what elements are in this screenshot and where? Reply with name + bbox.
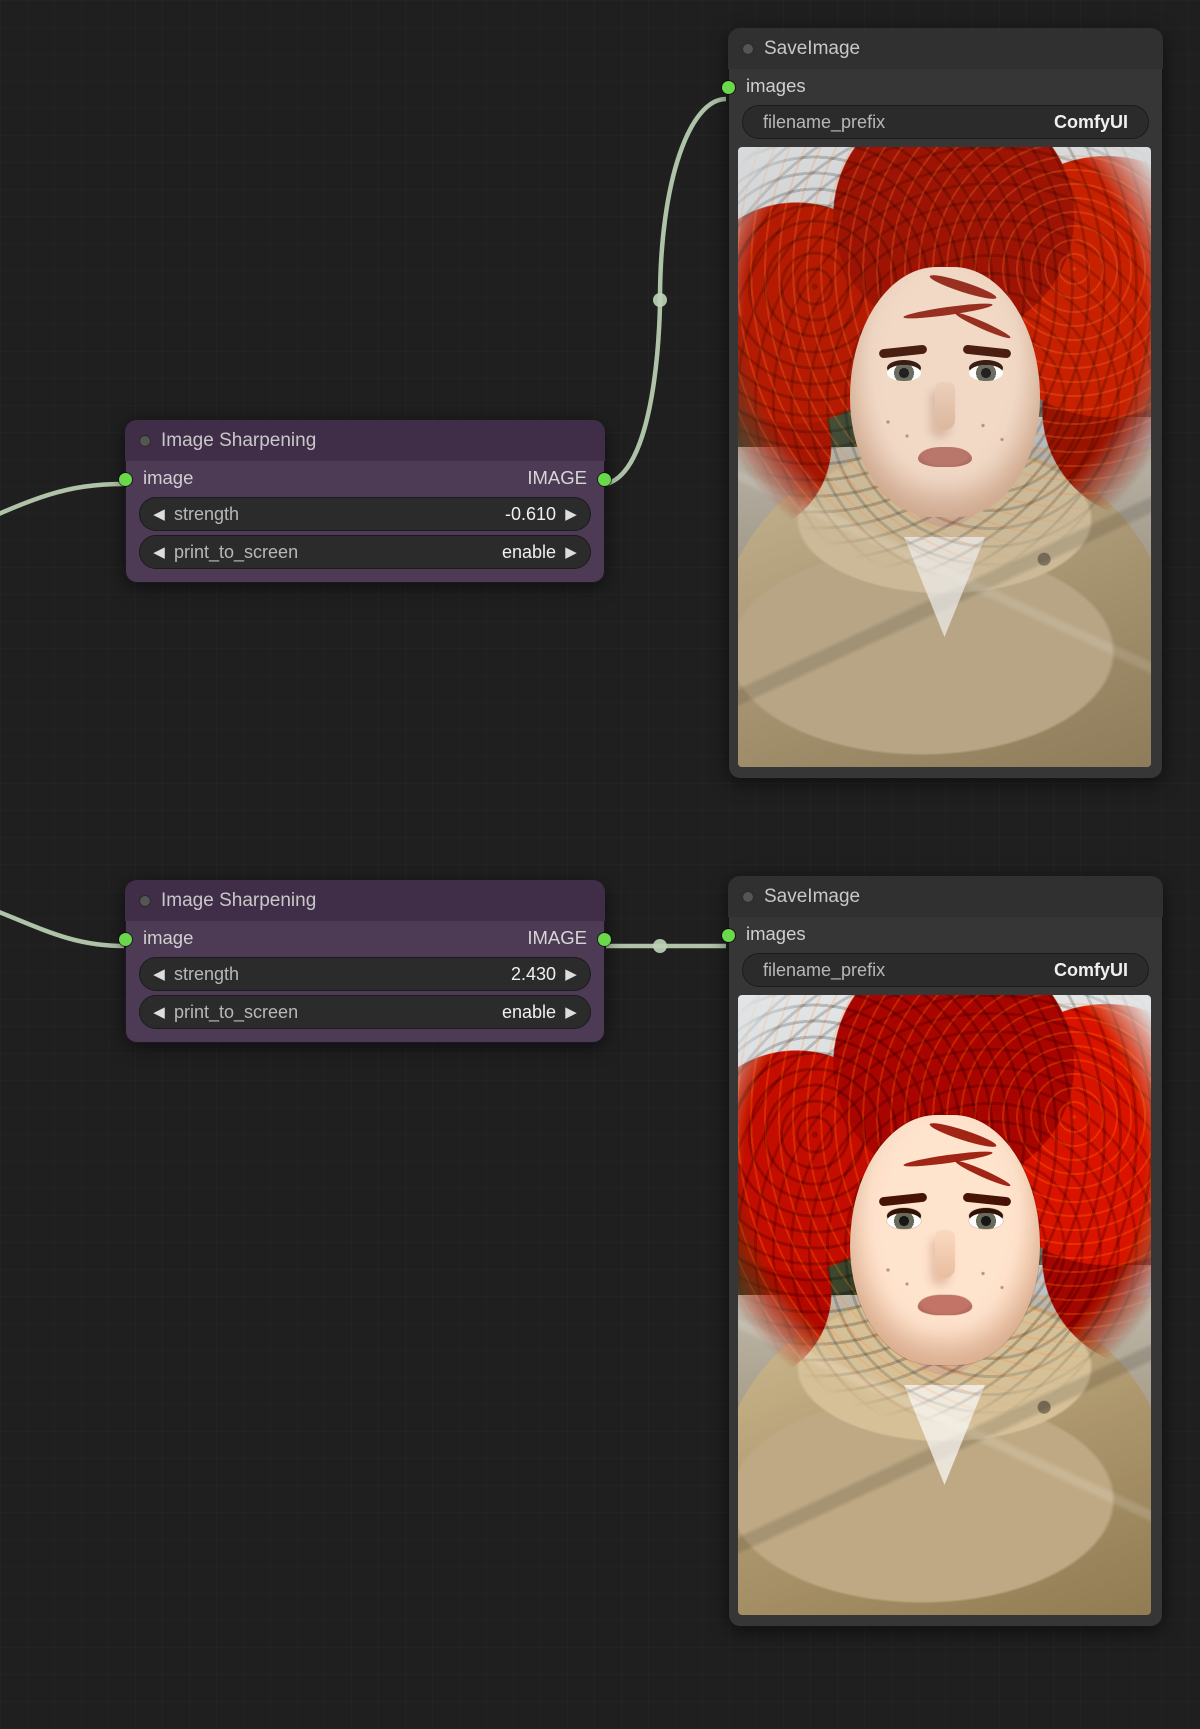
widget-filename-prefix[interactable]: filename_prefix ComfyUI xyxy=(742,953,1149,987)
collapse-dot-icon[interactable] xyxy=(139,435,151,447)
widget-value: enable xyxy=(502,542,556,563)
input-label: image xyxy=(143,467,193,489)
node-image-sharpening-1[interactable]: Image Sharpening image IMAGE ◀ strength … xyxy=(125,420,605,583)
increment-icon[interactable]: ▶ xyxy=(560,1003,582,1021)
node-title: SaveImage xyxy=(764,38,860,60)
node-titlebar[interactable]: SaveImage xyxy=(728,28,1163,69)
widget-value: ComfyUI xyxy=(1054,112,1128,133)
widget-name: strength xyxy=(174,504,239,525)
collapse-dot-icon[interactable] xyxy=(139,895,151,907)
decrement-icon[interactable]: ◀ xyxy=(148,1003,170,1021)
widget-value: ComfyUI xyxy=(1054,960,1128,981)
output-label: IMAGE xyxy=(527,927,587,949)
increment-icon[interactable]: ▶ xyxy=(560,505,582,523)
image-preview xyxy=(738,995,1151,1615)
widget-filename-prefix[interactable]: filename_prefix ComfyUI xyxy=(742,105,1149,139)
widget-print-to-screen[interactable]: ◀ print_to_screen enable ▶ xyxy=(139,995,591,1029)
input-label: images xyxy=(746,923,806,945)
collapse-dot-icon[interactable] xyxy=(742,43,754,55)
output-label: IMAGE xyxy=(527,467,587,489)
widget-value: 2.430 xyxy=(511,964,556,985)
input-socket-image[interactable] xyxy=(119,933,132,946)
node-title: SaveImage xyxy=(764,886,860,908)
increment-icon[interactable]: ▶ xyxy=(560,965,582,983)
input-label: image xyxy=(143,927,193,949)
output-socket-image[interactable] xyxy=(598,933,611,946)
collapse-dot-icon[interactable] xyxy=(742,891,754,903)
image-preview xyxy=(738,147,1151,767)
input-socket-image[interactable] xyxy=(119,473,132,486)
node-save-image-1[interactable]: SaveImage images filename_prefix ComfyUI xyxy=(728,28,1163,779)
widget-name: filename_prefix xyxy=(763,112,885,133)
widget-name: strength xyxy=(174,964,239,985)
widget-strength[interactable]: ◀ strength -0.610 ▶ xyxy=(139,497,591,531)
input-label: images xyxy=(746,75,806,97)
widget-value: -0.610 xyxy=(505,504,556,525)
widget-name: filename_prefix xyxy=(763,960,885,981)
node-title: Image Sharpening xyxy=(161,890,316,912)
node-title: Image Sharpening xyxy=(161,430,316,452)
node-save-image-2[interactable]: SaveImage images filename_prefix ComfyUI xyxy=(728,876,1163,1627)
node-titlebar[interactable]: SaveImage xyxy=(728,876,1163,917)
node-image-sharpening-2[interactable]: Image Sharpening image IMAGE ◀ strength … xyxy=(125,880,605,1043)
node-titlebar[interactable]: Image Sharpening xyxy=(125,420,605,461)
widget-name: print_to_screen xyxy=(174,1002,298,1023)
decrement-icon[interactable]: ◀ xyxy=(148,965,170,983)
widget-value: enable xyxy=(502,1002,556,1023)
widget-strength[interactable]: ◀ strength 2.430 ▶ xyxy=(139,957,591,991)
decrement-icon[interactable]: ◀ xyxy=(148,543,170,561)
widget-print-to-screen[interactable]: ◀ print_to_screen enable ▶ xyxy=(139,535,591,569)
input-socket-images[interactable] xyxy=(722,81,735,94)
decrement-icon[interactable]: ◀ xyxy=(148,505,170,523)
output-socket-image[interactable] xyxy=(598,473,611,486)
node-titlebar[interactable]: Image Sharpening xyxy=(125,880,605,921)
input-socket-images[interactable] xyxy=(722,929,735,942)
widget-name: print_to_screen xyxy=(174,542,298,563)
increment-icon[interactable]: ▶ xyxy=(560,543,582,561)
